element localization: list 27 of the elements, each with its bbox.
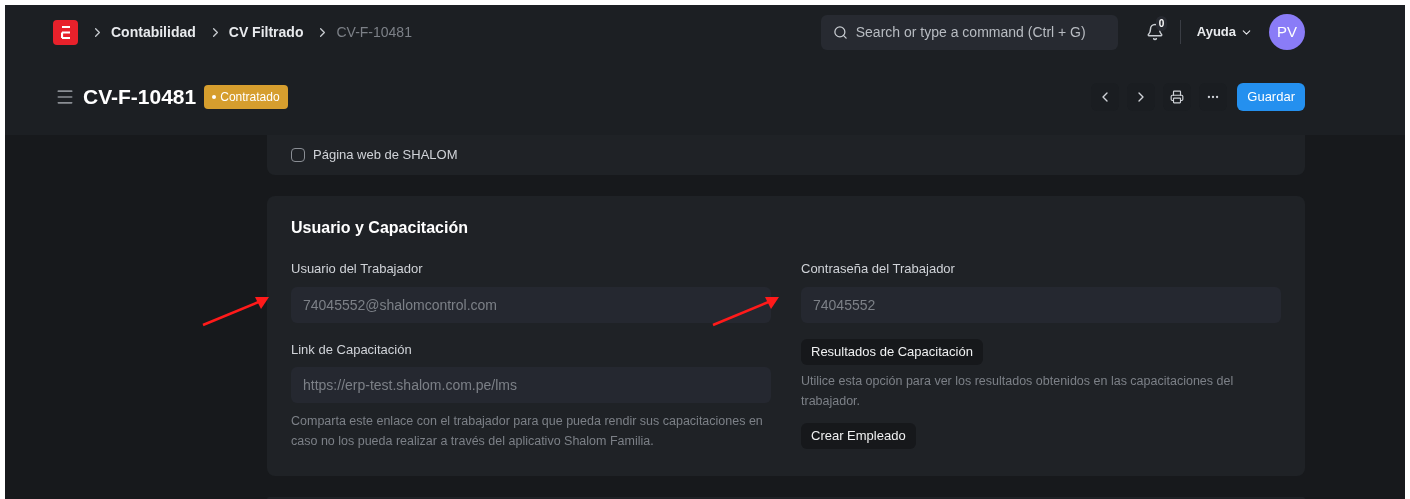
status-badge: Contratado <box>204 85 288 109</box>
checkbox-label: Página web de SHALOM <box>313 146 458 165</box>
help-menu[interactable]: Ayuda <box>1196 22 1253 42</box>
printer-icon <box>1170 90 1185 104</box>
action-button[interactable]: Crear Empleado <box>801 422 916 449</box>
section-title: Usuario y Capacitación <box>291 218 469 238</box>
search-field[interactable]: Search or type a command (Ctrl + G) <box>820 14 1118 50</box>
logo-icon <box>60 25 71 39</box>
breadcrumb-link[interactable]: CV Filtrado <box>228 21 304 43</box>
field-description: Comparta este enlace con el trabajador para que pueda rendir sus capacitaciones en caso no los pueda realizar a través del aplicativo Shalom Familia. <box>291 413 764 450</box>
page-title: CV-F-10481 <box>83 84 197 111</box>
input-field[interactable]: https://erp-test.shalom.com.pe/lms <box>291 367 771 403</box>
input-field[interactable]: 74045552@shalomcontrol.com <box>291 286 771 323</box>
search-icon <box>832 24 848 40</box>
breadcrumb-link[interactable]: CV-F-10481 <box>336 21 412 43</box>
breadcrumb-link[interactable]: Contabilidad <box>111 21 196 43</box>
app-logo[interactable] <box>53 19 78 45</box>
field-label: Contraseña del Trabajador <box>801 260 956 278</box>
field-label: Usuario del Trabajador <box>291 260 424 278</box>
notification-count: 0 <box>1155 16 1168 31</box>
menu-icon[interactable] <box>55 87 75 107</box>
action-button[interactable]: Resultados de Capacitación <box>801 338 983 365</box>
input-field[interactable]: 74045552 <box>801 286 1281 323</box>
checkbox[interactable] <box>291 148 305 162</box>
field-label: Link de Capacitación <box>291 340 413 359</box>
search-placeholder: Search or type a command (Ctrl + G) <box>855 22 1086 42</box>
action-description: Utilice esta opción para ver los resultados obtenidos en las capacitaciones del trabajador. <box>801 372 1235 410</box>
